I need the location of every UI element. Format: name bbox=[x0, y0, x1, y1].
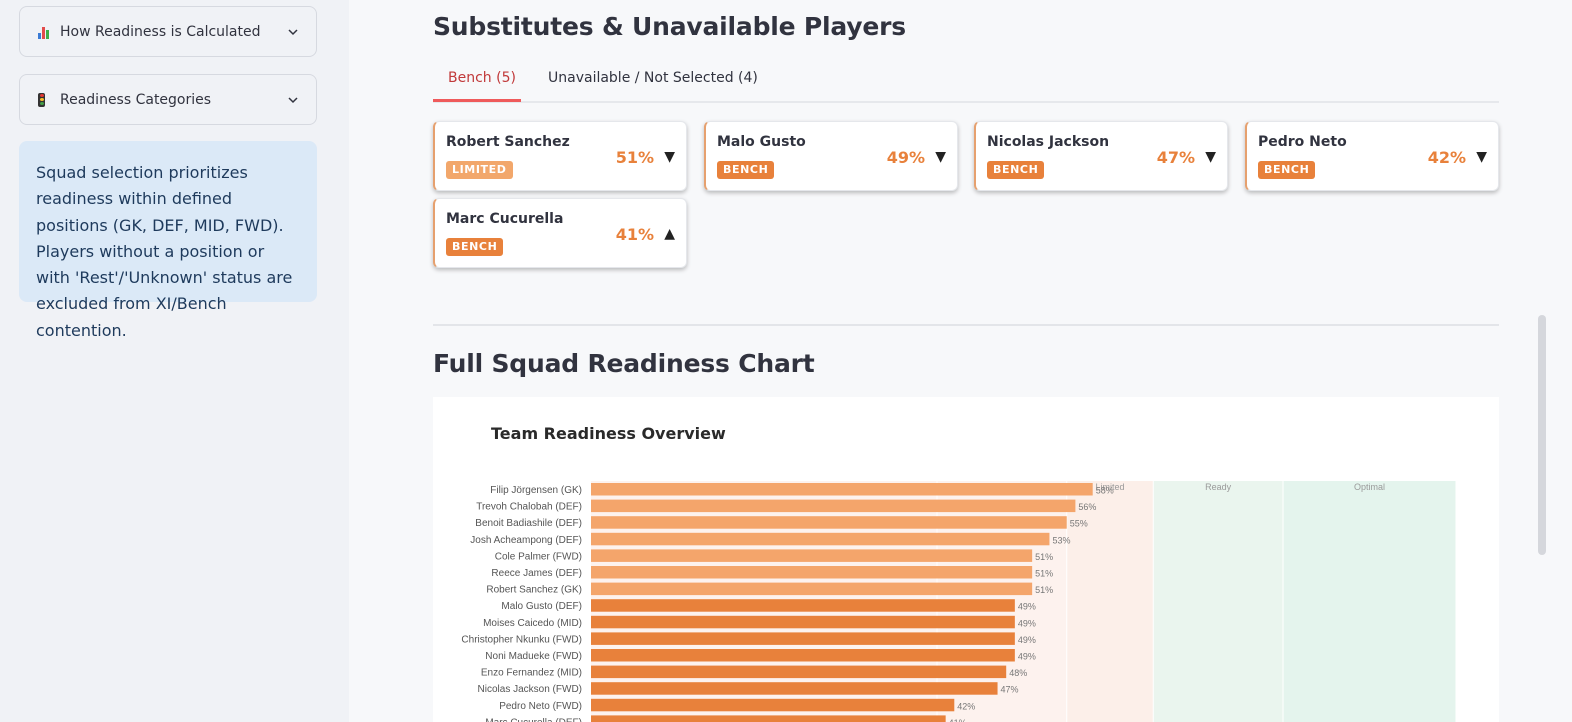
category-label: Filip Jörgensen (GK) bbox=[490, 485, 582, 496]
trend-up-icon: ▲ bbox=[664, 226, 675, 242]
player-name: Marc Cucurella bbox=[446, 211, 564, 227]
trend-down-icon: ▼ bbox=[935, 149, 946, 165]
info-box: Squad selection prioritizes readiness wi… bbox=[19, 141, 317, 340]
category-label: Nicolas Jackson (FWD) bbox=[478, 684, 582, 695]
band-limited bbox=[1066, 481, 1154, 722]
player-card[interactable]: Marc Cucurella BENCH 41% ▲ bbox=[433, 198, 687, 268]
bar bbox=[591, 665, 1007, 679]
bar bbox=[591, 532, 1050, 546]
bar bbox=[591, 715, 946, 722]
value-label: 49% bbox=[1018, 652, 1036, 662]
readiness-chart: Team Readiness Overview RestBenchLimited… bbox=[433, 397, 1499, 722]
value-label: 41% bbox=[949, 718, 967, 722]
value-label: 48% bbox=[1009, 668, 1027, 678]
trend-down-icon: ▼ bbox=[1205, 149, 1216, 165]
band-optimal bbox=[1283, 481, 1456, 722]
category-label: Marc Cucurella (DEF) bbox=[485, 717, 582, 722]
bar bbox=[591, 516, 1067, 529]
player-name: Pedro Neto bbox=[1258, 134, 1347, 150]
category-label: Reece James (DEF) bbox=[491, 568, 582, 579]
value-label: 49% bbox=[1018, 602, 1036, 612]
bar bbox=[591, 649, 1015, 662]
value-label: 55% bbox=[1070, 519, 1088, 529]
value-label: 58% bbox=[1096, 486, 1114, 496]
readiness-percent: 49% bbox=[886, 148, 925, 167]
expander-readiness-categories[interactable]: Readiness Categories bbox=[19, 74, 317, 125]
readiness-percent: 42% bbox=[1427, 148, 1466, 167]
value-label: 51% bbox=[1035, 585, 1053, 595]
chart-canvas: RestBenchLimitedReadyOptimalFilip Jörgen… bbox=[461, 481, 1457, 722]
status-badge: BENCH bbox=[717, 161, 775, 179]
band-label: Ready bbox=[1205, 482, 1232, 492]
readiness-percent: 47% bbox=[1156, 148, 1195, 167]
player-card[interactable]: Nicolas Jackson BENCH 47% ▼ bbox=[974, 121, 1228, 191]
value-label: 42% bbox=[957, 701, 975, 711]
substitutes-heading: Substitutes & Unavailable Players bbox=[433, 12, 906, 41]
category-label: Benoit Badiashile (DEF) bbox=[475, 518, 582, 529]
bar bbox=[591, 499, 1076, 513]
traffic-light-icon bbox=[38, 92, 50, 107]
bar bbox=[591, 566, 1033, 579]
category-label: Noni Madueke (FWD) bbox=[485, 651, 582, 662]
player-card[interactable]: Robert Sanchez LIMITED 51% ▼ bbox=[433, 121, 687, 191]
expander-label: Readiness Categories bbox=[60, 91, 212, 108]
bar bbox=[591, 483, 1093, 496]
value-label: 49% bbox=[1018, 618, 1036, 628]
player-name: Nicolas Jackson bbox=[987, 134, 1110, 150]
divider bbox=[433, 324, 1499, 326]
tab-bench[interactable]: Bench (5) bbox=[448, 70, 516, 86]
value-label: 56% bbox=[1078, 502, 1096, 512]
bar bbox=[591, 549, 1033, 562]
value-label: 51% bbox=[1035, 569, 1053, 579]
scrollbar[interactable] bbox=[1538, 315, 1546, 555]
chevron-down-icon bbox=[288, 96, 298, 103]
category-label: Enzo Fernandez (MID) bbox=[481, 668, 582, 679]
sidebar: How Readiness is Calculated Readiness Ca… bbox=[0, 0, 349, 722]
bar bbox=[591, 698, 955, 712]
category-label: Trevoh Chalobah (DEF) bbox=[476, 502, 582, 513]
band-ready bbox=[1153, 481, 1283, 722]
trend-down-icon: ▼ bbox=[1476, 149, 1487, 165]
status-badge: BENCH bbox=[1258, 161, 1316, 179]
category-label: Josh Acheampong (DEF) bbox=[470, 535, 582, 546]
status-badge: BENCH bbox=[446, 238, 504, 256]
category-label: Cole Palmer (FWD) bbox=[495, 551, 582, 562]
player-card[interactable]: Malo Gusto BENCH 49% ▼ bbox=[704, 121, 958, 191]
value-label: 49% bbox=[1018, 635, 1036, 645]
chart-heading: Full Squad Readiness Chart bbox=[433, 349, 815, 378]
bar-chart-icon bbox=[38, 25, 50, 39]
category-label: Moises Caicedo (MID) bbox=[483, 618, 582, 629]
value-label: 47% bbox=[1001, 685, 1019, 695]
status-badge: LIMITED bbox=[446, 161, 513, 179]
bar bbox=[591, 615, 1015, 629]
value-label: 51% bbox=[1035, 552, 1053, 562]
category-label: Pedro Neto (FWD) bbox=[499, 701, 582, 712]
category-label: Christopher Nkunku (FWD) bbox=[461, 634, 582, 645]
category-label: Robert Sanchez (GK) bbox=[486, 585, 582, 596]
bar bbox=[591, 682, 998, 695]
value-label: 53% bbox=[1052, 535, 1070, 545]
bar bbox=[591, 582, 1033, 596]
readiness-percent: 51% bbox=[615, 148, 654, 167]
player-name: Robert Sanchez bbox=[446, 134, 570, 150]
category-label: Malo Gusto (DEF) bbox=[501, 601, 582, 612]
band-label: Optimal bbox=[1354, 482, 1385, 492]
status-badge: BENCH bbox=[987, 161, 1045, 179]
trend-down-icon: ▼ bbox=[664, 149, 675, 165]
expander-how-readiness[interactable]: How Readiness is Calculated bbox=[19, 6, 317, 57]
expander-label: How Readiness is Calculated bbox=[60, 23, 261, 40]
main-content: Substitutes & Unavailable Players Bench … bbox=[349, 0, 1532, 722]
bar bbox=[591, 599, 1015, 612]
bar bbox=[591, 632, 1015, 645]
player-name: Malo Gusto bbox=[717, 134, 806, 150]
tab-active-indicator bbox=[433, 99, 521, 102]
chevron-down-icon bbox=[288, 28, 298, 35]
tab-bar: Bench (5) Unavailable / Not Selected (4) bbox=[433, 66, 1499, 103]
tab-unavailable[interactable]: Unavailable / Not Selected (4) bbox=[548, 70, 758, 86]
player-card[interactable]: Pedro Neto BENCH 42% ▼ bbox=[1245, 121, 1499, 191]
readiness-percent: 41% bbox=[615, 225, 654, 244]
